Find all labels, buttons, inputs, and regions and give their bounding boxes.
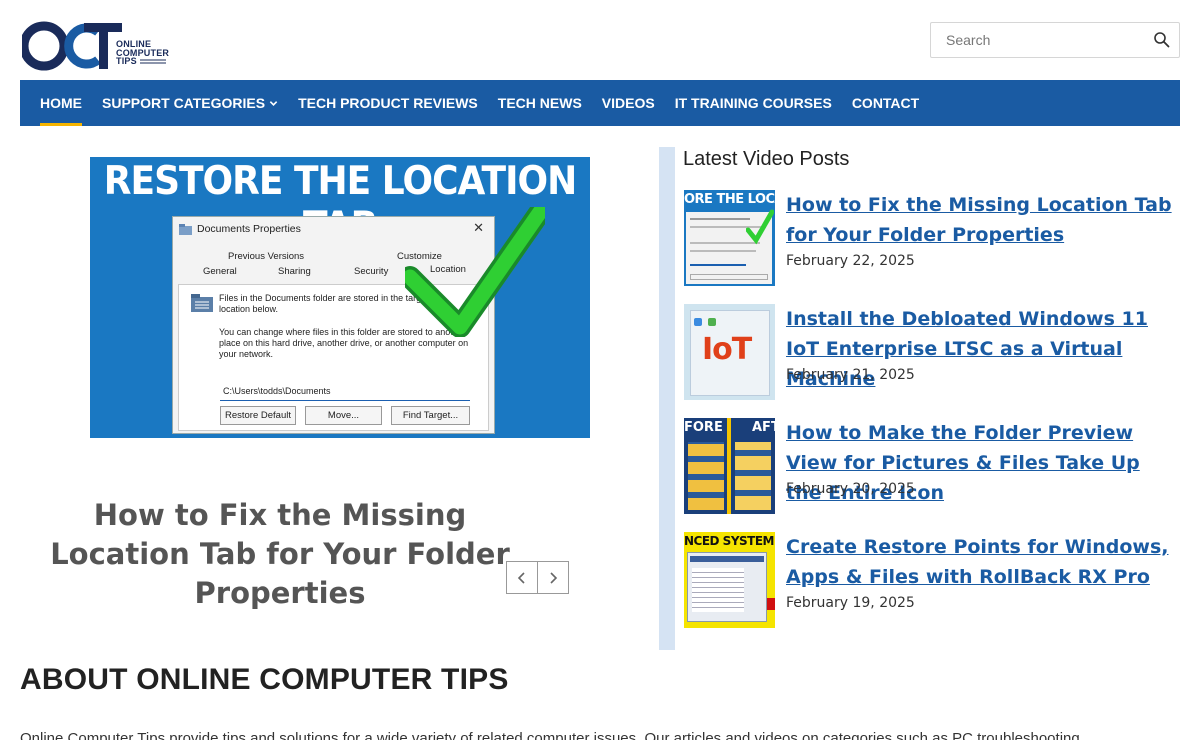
dialog-tab: Previous Versions: [228, 251, 305, 262]
post-title-link[interactable]: How to Fix the Missing Location Tab for …: [786, 190, 1176, 250]
logo-text: ONLINE COMPUTER TIPS: [116, 40, 169, 66]
post-thumbnail[interactable]: ORE THE LOCATIO: [684, 190, 775, 286]
folder-icon: [179, 224, 192, 235]
checkmark-icon: [746, 209, 774, 245]
slider-next-button[interactable]: [537, 561, 569, 594]
slide-image[interactable]: RESTORE THE LOCATION TAB Documents Prope…: [90, 157, 590, 438]
thumb-text: ORE THE LOCATIO: [684, 192, 775, 207]
dialog-path-field: C:\Users\todds\Documents: [220, 386, 470, 401]
logo-lines: [139, 59, 166, 64]
dialog-tab: General: [203, 266, 237, 277]
dialog-tab: Sharing: [278, 266, 311, 277]
site-header: ONLINE COMPUTER TIPS: [0, 0, 1200, 80]
nav-item-contact[interactable]: CONTACT: [842, 80, 929, 126]
post-date: February 22, 2025: [786, 253, 915, 269]
post-date: February 20, 2025: [786, 481, 915, 497]
nav-item-it-training-courses[interactable]: IT TRAINING COURSES: [665, 80, 842, 126]
post-thumbnail[interactable]: IoT: [684, 304, 775, 400]
folder-icon: [191, 294, 213, 312]
nav-item-tech-news[interactable]: TECH NEWS: [488, 80, 592, 126]
thumb-text: FORE: [684, 420, 723, 435]
search-box: [930, 22, 1180, 58]
main-nav: HOME SUPPORT CATEGORIES TECH PRODUCT REV…: [20, 80, 1180, 126]
logo-text-line3: TIPS: [116, 56, 137, 66]
nav-item-label: VIDEOS: [601, 95, 655, 111]
slider-controls: [506, 561, 569, 594]
nav-item-tech-product-reviews[interactable]: TECH PRODUCT REVIEWS: [288, 80, 488, 126]
nav-item-label: IT TRAINING COURSES: [674, 95, 832, 111]
thumb-text: NCED SYSTEM RES: [684, 534, 775, 548]
nav-item-label: TECH NEWS: [497, 95, 582, 111]
sidebar-title: Latest Video Posts: [683, 148, 850, 170]
video-post: FORE AFT How to Make the Folder Preview …: [684, 418, 1184, 518]
site-logo[interactable]: ONLINE COMPUTER TIPS: [19, 20, 172, 72]
chevron-right-icon: [550, 571, 558, 584]
post-date: February 21, 2025: [786, 367, 915, 383]
slider-prev-button[interactable]: [506, 561, 538, 594]
nav-item-label: SUPPORT CATEGORIES: [102, 95, 266, 111]
thumb-text: IoT: [702, 332, 752, 367]
chevron-left-icon: [517, 571, 525, 584]
about-text: Online Computer Tips provide tips and so…: [20, 730, 1080, 740]
slide-title[interactable]: How to Fix the Missing Location Tab for …: [20, 496, 540, 613]
dialog-restore-button: Restore Default: [220, 406, 296, 425]
nav-item-label: TECH PRODUCT REVIEWS: [298, 95, 478, 111]
thumb-text: AFT: [752, 420, 775, 435]
chevron-down-icon: [269, 100, 278, 106]
dialog-title: Documents Properties: [197, 223, 301, 235]
post-title-link[interactable]: Create Restore Points for Windows, Apps …: [786, 532, 1176, 592]
post-date: February 19, 2025: [786, 595, 915, 611]
nav-item-home[interactable]: HOME: [30, 80, 92, 126]
nav-item-label: HOME: [40, 95, 82, 111]
logo-mark: [19, 21, 122, 71]
video-post: ORE THE LOCATIO How to Fix the Missing L…: [684, 190, 1184, 290]
video-post: NCED SYSTEM RES Create Restore Points fo…: [684, 532, 1184, 632]
nav-item-videos[interactable]: VIDEOS: [592, 80, 665, 126]
video-post: IoT Install the Debloated Windows 11 IoT…: [684, 304, 1184, 404]
featured-slider: RESTORE THE LOCATION TAB Documents Prope…: [20, 140, 640, 640]
post-thumbnail[interactable]: NCED SYSTEM RES: [684, 532, 775, 628]
post-thumbnail[interactable]: FORE AFT: [684, 418, 775, 514]
dialog-tab: Security: [354, 266, 389, 277]
search-icon[interactable]: [1153, 31, 1171, 49]
search-input[interactable]: [931, 23, 1141, 57]
checkmark-icon: [405, 207, 545, 337]
dialog-move-button: Move...: [305, 406, 382, 425]
nav-item-label: CONTACT: [851, 95, 920, 111]
sidebar-accent-bar: [659, 147, 675, 650]
about-heading: ABOUT ONLINE COMPUTER TIPS: [20, 663, 509, 696]
dialog-find-button: Find Target...: [391, 406, 470, 425]
nav-item-support-categories[interactable]: SUPPORT CATEGORIES: [92, 80, 288, 126]
